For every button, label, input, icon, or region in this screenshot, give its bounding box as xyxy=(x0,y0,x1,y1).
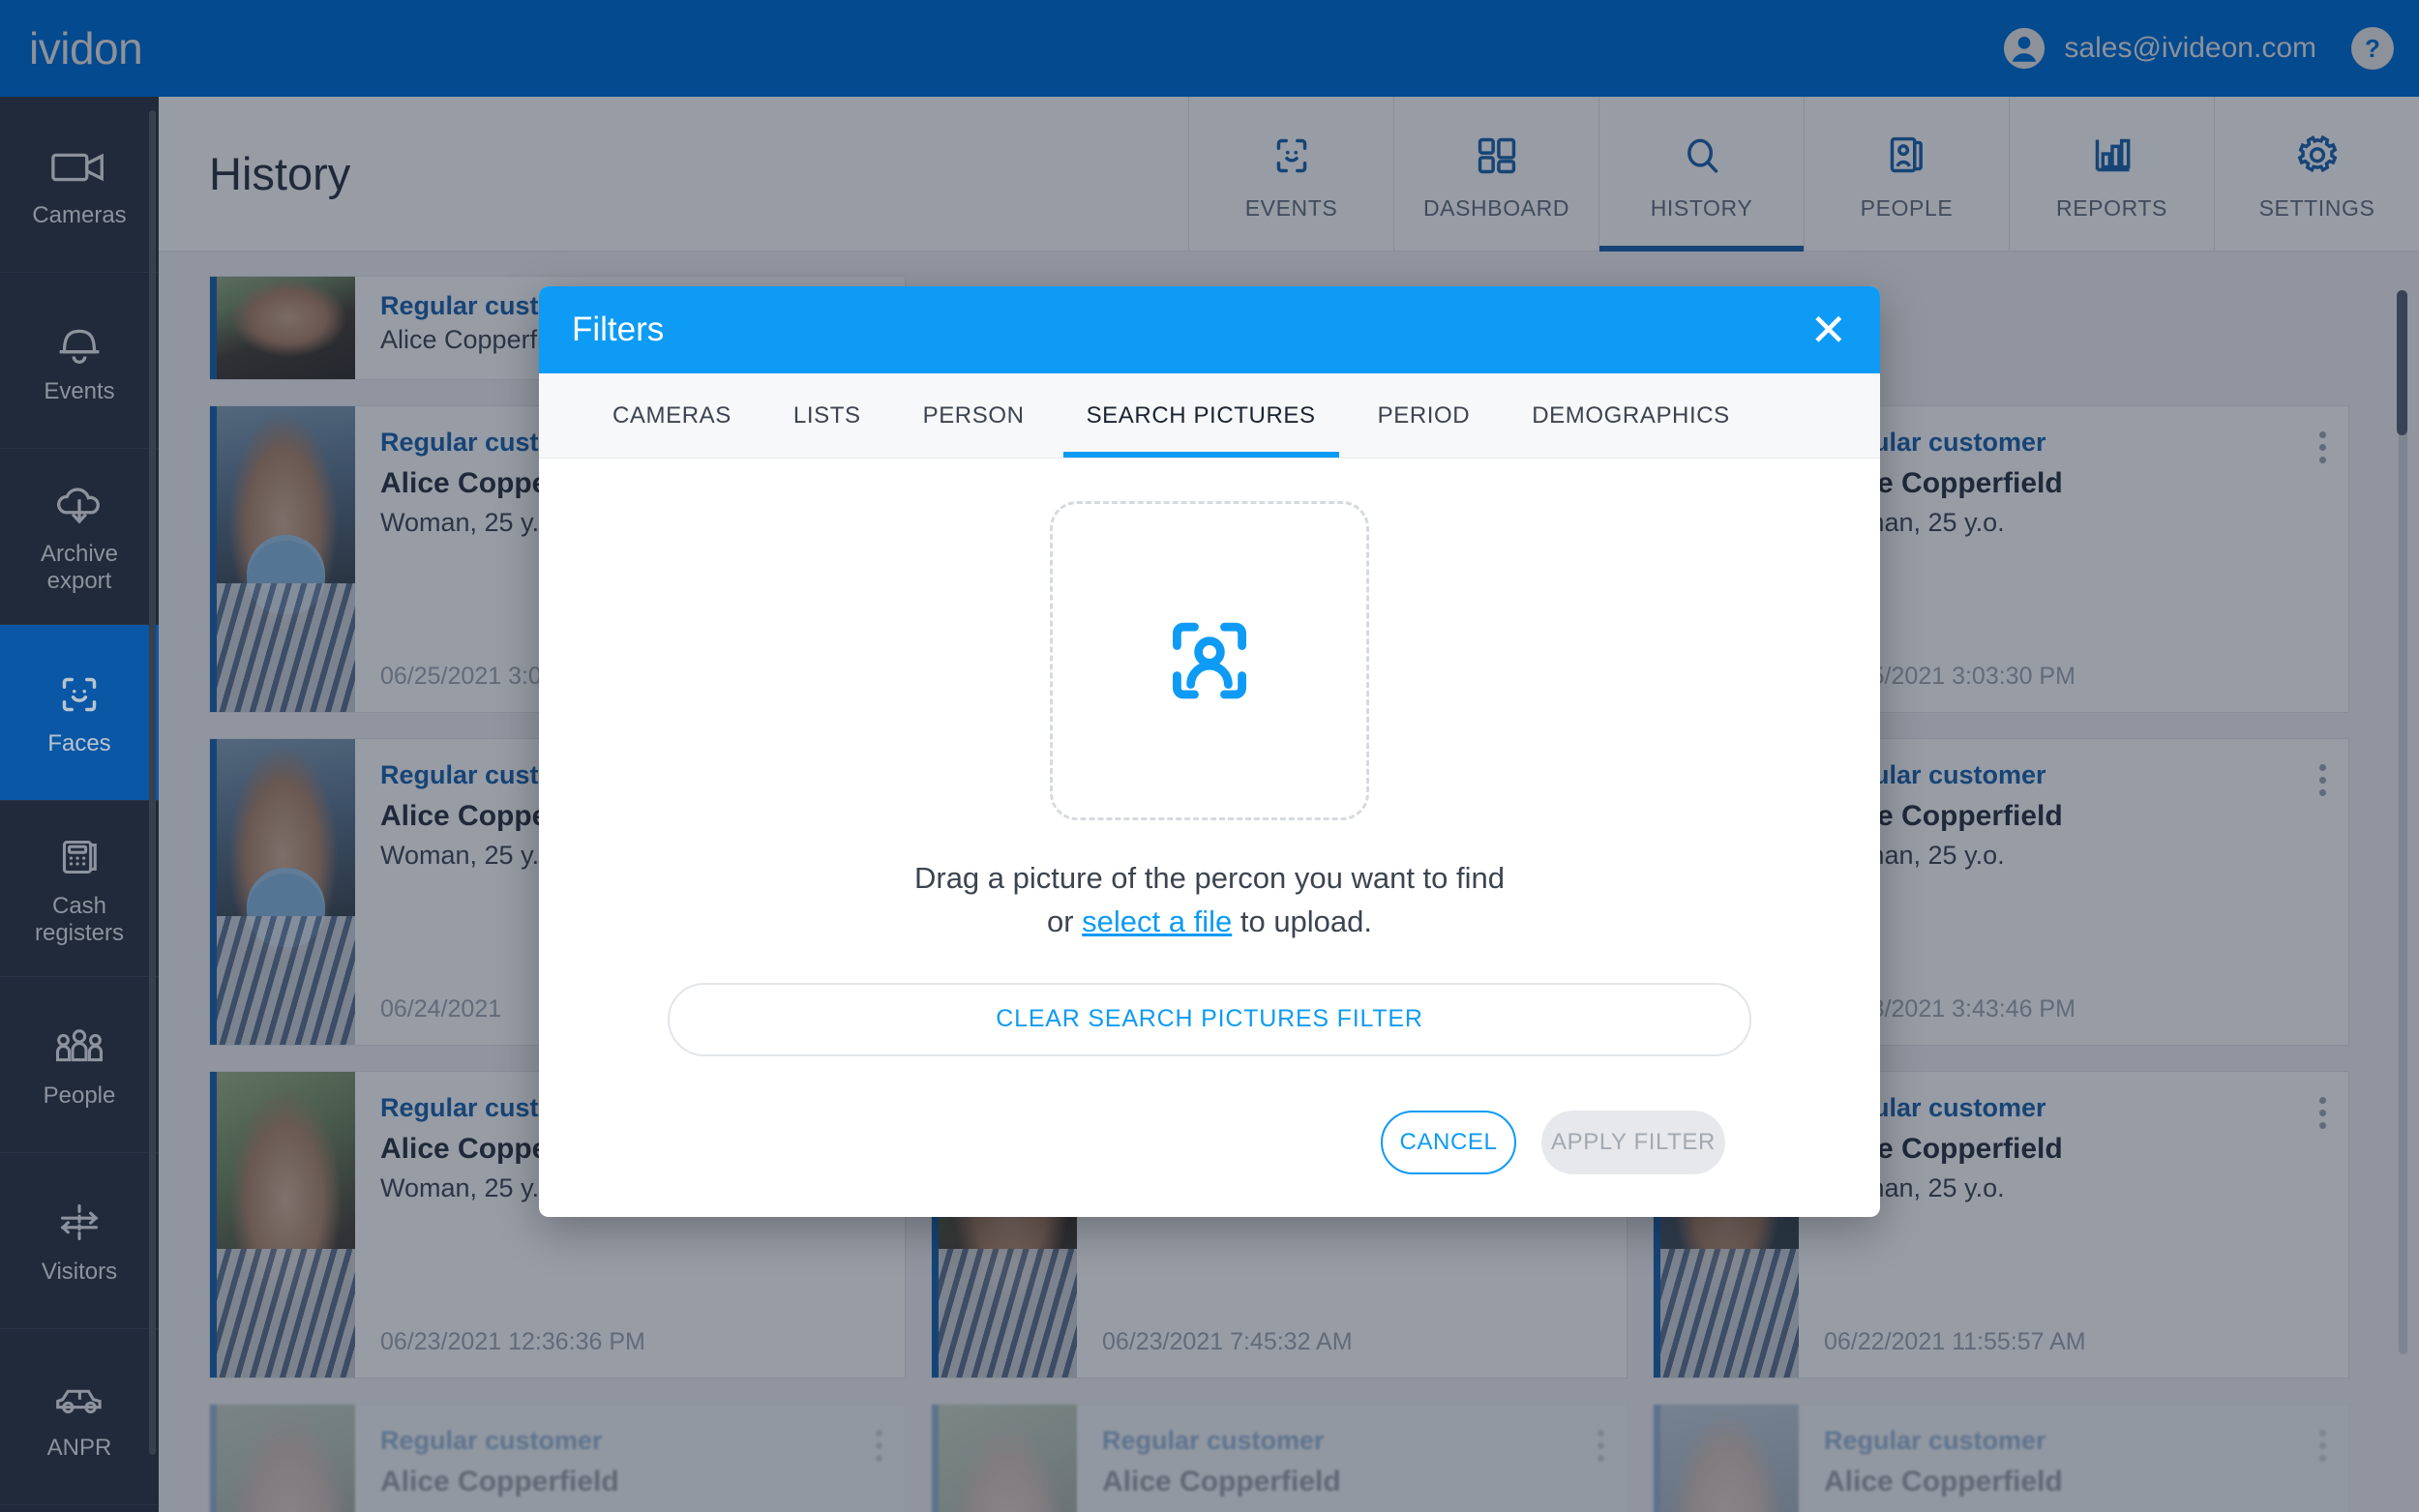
tab-label: PERIOD xyxy=(1377,401,1471,429)
filters-dialog: Filters ✕ CAMERAS LISTS PERSON SEARCH PI… xyxy=(539,286,1880,1217)
tab-label: SEARCH PICTURES xyxy=(1086,401,1316,429)
sidebar-item-label: People xyxy=(43,1082,116,1109)
cloud-download-icon xyxy=(49,479,109,531)
tab-label: LISTS xyxy=(792,401,861,429)
sidebar-item-label: Cash registers xyxy=(34,892,125,946)
sidebar-item-label: Faces xyxy=(47,729,111,756)
dropzone-line2-before: or xyxy=(1046,904,1083,938)
app-root: ividon sales@ivideon.com ? Cameras Event… xyxy=(0,0,2419,1512)
dropzone-line-2: or select a file to upload. xyxy=(616,901,1803,944)
sidebar-item-archive-export[interactable]: Archive export xyxy=(0,449,159,625)
dialog-header: Filters ✕ xyxy=(539,286,1880,373)
sidebar-item-cameras[interactable]: Cameras xyxy=(0,97,159,273)
sidebar-item-label: Visitors xyxy=(41,1258,118,1285)
face-scan-icon xyxy=(49,668,109,721)
sidebar-item-visitors[interactable]: Visitors xyxy=(0,1153,159,1329)
user-avatar-icon xyxy=(2002,26,2046,71)
help-question-icon[interactable]: ? xyxy=(2351,27,2394,70)
tab-lists[interactable]: LISTS xyxy=(762,373,892,458)
sidebar-item-settings[interactable]: Settings xyxy=(0,1505,159,1512)
account-email: sales@ivideon.com xyxy=(2064,32,2316,64)
in-out-arrows-icon xyxy=(49,1197,109,1249)
car-icon xyxy=(49,1373,109,1425)
dialog-title: Filters xyxy=(572,311,665,348)
brand-text: ividon xyxy=(29,23,143,74)
sidebar-item-events[interactable]: Events xyxy=(0,273,159,449)
dropzone-line2-after: to upload. xyxy=(1232,904,1373,938)
tab-search-pictures[interactable]: SEARCH PICTURES xyxy=(1056,373,1347,458)
dialog-body: Drag a picture of the percon you want to… xyxy=(539,459,1880,1174)
select-a-file-link[interactable]: select a file xyxy=(1082,904,1232,938)
tab-label: PERSON xyxy=(922,401,1025,429)
account-menu[interactable]: sales@ivideon.com xyxy=(2002,26,2316,71)
bell-icon xyxy=(49,316,109,369)
brand-logo[interactable]: ividon xyxy=(0,0,159,97)
tab-label: CAMERAS xyxy=(612,401,732,429)
dialog-actions: CANCEL APPLY FILTER xyxy=(616,1110,1803,1174)
person-scan-icon xyxy=(1150,601,1269,721)
sidebar-item-label: Archive export xyxy=(40,540,119,594)
apply-filter-button: APPLY FILTER xyxy=(1541,1110,1725,1174)
sidebar-item-label: Cameras xyxy=(32,201,127,228)
tab-cameras[interactable]: CAMERAS xyxy=(582,373,762,458)
people-group-icon xyxy=(49,1021,109,1073)
top-bar: ividon sales@ivideon.com ? xyxy=(0,0,2419,97)
sidebar-item-faces[interactable]: Faces xyxy=(0,625,159,801)
sidebar-item-cash-registers[interactable]: Cash registers xyxy=(0,801,159,977)
sidebar-item-anpr[interactable]: ANPR xyxy=(0,1329,159,1505)
dialog-tabs: CAMERAS LISTS PERSON SEARCH PICTURES PER… xyxy=(539,373,1880,459)
close-icon[interactable]: ✕ xyxy=(1809,308,1847,352)
tab-period[interactable]: PERIOD xyxy=(1347,373,1502,458)
clear-search-pictures-filter-button[interactable]: CLEAR SEARCH PICTURES FILTER xyxy=(668,982,1751,1056)
tab-person[interactable]: PERSON xyxy=(892,373,1056,458)
sidebar-scrollbar[interactable] xyxy=(149,110,156,1455)
sidebar-item-people[interactable]: People xyxy=(0,977,159,1153)
tab-demographics[interactable]: DEMOGRAPHICS xyxy=(1501,373,1761,458)
picture-dropzone[interactable] xyxy=(1050,501,1369,820)
cash-register-icon xyxy=(49,831,109,883)
sidebar-item-label: ANPR xyxy=(46,1434,112,1461)
tab-label: DEMOGRAPHICS xyxy=(1532,401,1730,429)
dropzone-line-1: Drag a picture of the percon you want to… xyxy=(913,861,1506,895)
video-camera-icon xyxy=(49,140,109,193)
sidebar-item-label: Events xyxy=(44,377,115,404)
cancel-button[interactable]: CANCEL xyxy=(1381,1110,1516,1174)
dropzone-instructions: Drag a picture of the percon you want to… xyxy=(616,857,1803,944)
sidebar: Cameras Events Archive export Faces Cash… xyxy=(0,97,159,1512)
